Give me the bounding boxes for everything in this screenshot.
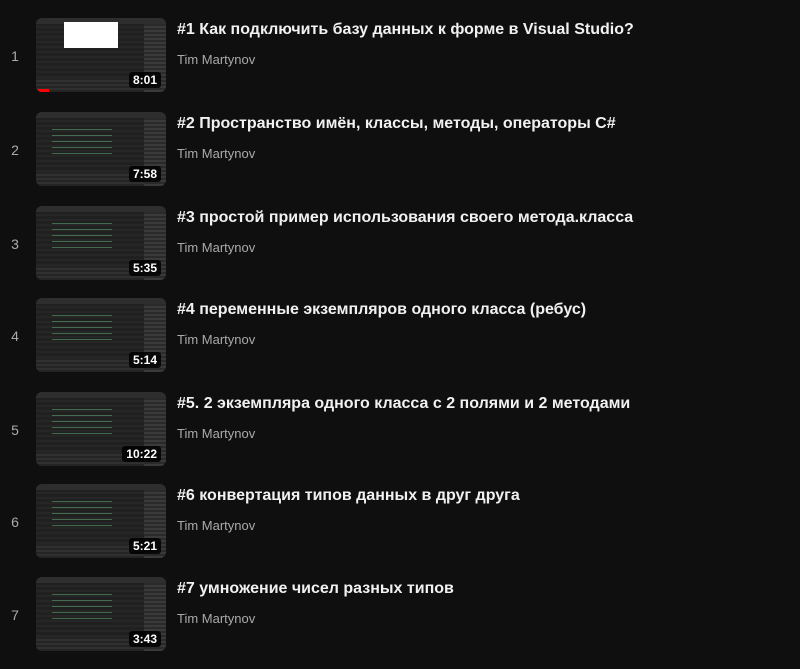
duration-badge: 8:01	[128, 72, 161, 88]
video-thumbnail[interactable]: 7:58	[36, 112, 166, 186]
channel-name[interactable]: Tim Martynov	[177, 52, 255, 67]
item-index: 6	[11, 514, 19, 530]
video-thumbnail[interactable]: 3:43	[36, 577, 166, 651]
playlist-item[interactable]: 1 8:01 #1 Как подключить базу данных к ф…	[0, 18, 800, 98]
playlist-item[interactable]: 6 5:21 #6 конвертация типов данных в дру…	[0, 484, 800, 564]
duration-badge: 7:58	[128, 166, 161, 182]
duration-badge: 5:21	[128, 538, 161, 554]
duration-badge: 5:14	[128, 352, 161, 368]
item-index: 4	[11, 328, 19, 344]
channel-name[interactable]: Tim Martynov	[177, 518, 255, 533]
channel-name[interactable]: Tim Martynov	[177, 240, 255, 255]
item-index: 5	[11, 422, 19, 438]
item-index: 3	[11, 236, 19, 252]
watched-progress-bar	[36, 89, 49, 92]
video-thumbnail[interactable]: 8:01	[36, 18, 166, 92]
video-title[interactable]: #1 Как подключить базу данных к форме в …	[177, 20, 787, 40]
duration-badge: 10:22	[122, 446, 161, 462]
channel-name[interactable]: Tim Martynov	[177, 332, 255, 347]
duration-badge: 3:43	[128, 631, 161, 647]
video-title[interactable]: #3 простой пример использования своего м…	[177, 208, 787, 228]
item-index: 1	[11, 48, 19, 64]
playlist-item[interactable]: 7 3:43 #7 умножение чисел разных типов T…	[0, 577, 800, 657]
channel-name[interactable]: Tim Martynov	[177, 611, 255, 626]
video-title[interactable]: #2 Пространство имён, классы, методы, оп…	[177, 114, 787, 134]
playlist-item[interactable]: 3 5:35 #3 простой пример использования с…	[0, 206, 800, 286]
video-title[interactable]: #6 конвертация типов данных в друг друга	[177, 486, 787, 506]
playlist-item[interactable]: 5 10:22 #5. 2 экземпляра одного класса с…	[0, 392, 800, 472]
channel-name[interactable]: Tim Martynov	[177, 426, 255, 441]
video-thumbnail[interactable]: 5:35	[36, 206, 166, 280]
playlist: 1 8:01 #1 Как подключить базу данных к ф…	[0, 0, 800, 669]
playlist-item[interactable]: 2 7:58 #2 Пространство имён, классы, мет…	[0, 112, 800, 192]
form-window	[64, 22, 118, 48]
item-index: 7	[11, 607, 19, 623]
item-index: 2	[11, 142, 19, 158]
video-thumbnail[interactable]: 10:22	[36, 392, 166, 466]
duration-badge: 5:35	[128, 260, 161, 276]
channel-name[interactable]: Tim Martynov	[177, 146, 255, 161]
video-title[interactable]: #5. 2 экземпляра одного класса с 2 полям…	[177, 394, 787, 414]
video-thumbnail[interactable]: 5:14	[36, 298, 166, 372]
video-title[interactable]: #4 переменные экземпляров одного класса …	[177, 300, 787, 320]
video-thumbnail[interactable]: 5:21	[36, 484, 166, 558]
playlist-item[interactable]: 4 5:14 #4 переменные экземпляров одного …	[0, 298, 800, 378]
video-title[interactable]: #7 умножение чисел разных типов	[177, 579, 787, 599]
